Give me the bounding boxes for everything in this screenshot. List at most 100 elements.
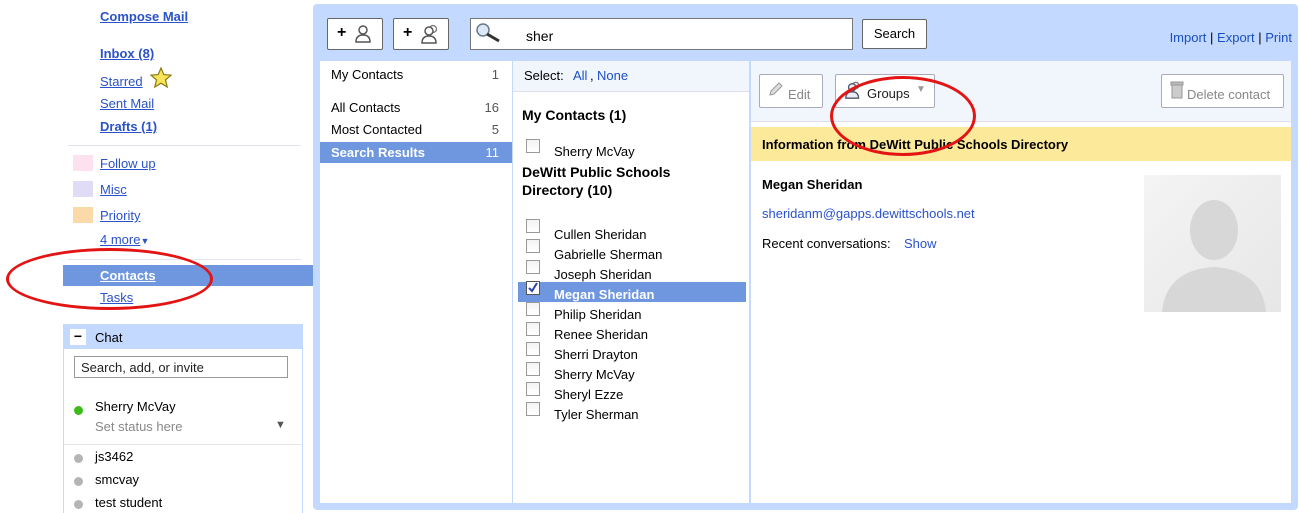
chat-divider	[64, 444, 302, 445]
new-group-button[interactable]: +	[393, 18, 449, 50]
contact-checkbox[interactable]	[526, 260, 540, 274]
label-priority[interactable]: Priority	[100, 208, 140, 223]
search-query-text: sher	[526, 28, 554, 44]
print-link[interactable]: Print	[1265, 30, 1292, 45]
contact-name-selected[interactable]: Megan Sheridan	[554, 287, 654, 302]
chat-panel: − Chat Search, add, or invite Sherry McV…	[63, 324, 303, 513]
group-count: 5	[491, 122, 499, 137]
group-my-contacts[interactable]: My Contacts 1	[320, 64, 512, 85]
star-icon	[150, 67, 172, 88]
avatar-placeholder-icon	[1162, 200, 1266, 312]
chat-title: Chat	[95, 330, 123, 345]
more-labels-link[interactable]: 4 more▼	[100, 232, 149, 247]
label-color-swatch	[73, 181, 93, 197]
chat-buddy[interactable]: js3462	[95, 449, 133, 464]
group-count: 16	[484, 100, 499, 115]
section-heading: Directory (10)	[522, 182, 613, 198]
my-chat-name: Sherry McVay	[95, 399, 176, 414]
contacts-manager: + + sher Search Import | Export | Print …	[313, 4, 1298, 510]
chat-search-input[interactable]: Search, add, or invite	[74, 356, 288, 378]
select-bar: Select: All , None	[513, 61, 749, 92]
contact-search-input[interactable]: sher	[470, 18, 853, 50]
plus-icon: +	[403, 24, 413, 41]
drafts-link[interactable]: Drafts (1)	[100, 119, 157, 134]
annotation-circle	[6, 248, 213, 310]
contact-name[interactable]: Philip Sheridan	[554, 307, 641, 322]
search-button[interactable]: Search	[862, 19, 927, 49]
contact-name[interactable]: Cullen Sheridan	[554, 227, 647, 242]
sent-mail-link[interactable]: Sent Mail	[100, 96, 154, 111]
group-name: All Contacts	[331, 100, 401, 115]
contact-name[interactable]: Sheryl Ezze	[554, 387, 623, 402]
contact-name[interactable]: Sherri Drayton	[554, 347, 638, 362]
magnifier-icon	[476, 23, 500, 43]
group-all-contacts[interactable]: All Contacts 16	[320, 97, 512, 118]
contact-checkbox[interactable]	[526, 382, 540, 396]
contact-checkbox[interactable]	[526, 362, 540, 376]
person-icon	[355, 25, 371, 43]
contact-email-link[interactable]: sheridanm@gapps.dewittschools.net	[762, 206, 975, 221]
nav-divider	[68, 145, 301, 146]
group-name: Most Contacted	[331, 122, 423, 137]
trash-icon	[1170, 81, 1184, 99]
contact-photo	[1144, 175, 1281, 312]
checkmark-icon	[528, 282, 538, 293]
contact-checkbox[interactable]	[526, 239, 540, 253]
contact-name[interactable]: Tyler Sherman	[554, 407, 639, 422]
contact-full-name: Megan Sheridan	[762, 177, 863, 192]
select-all-link[interactable]: All	[573, 68, 587, 83]
section-heading: DeWitt Public Schools	[522, 164, 671, 180]
contact-name[interactable]: Joseph Sheridan	[554, 267, 652, 282]
contact-checkbox[interactable]	[526, 342, 540, 356]
minimize-icon[interactable]: −	[70, 329, 86, 345]
inbox-link[interactable]: Inbox (8)	[100, 46, 154, 61]
compose-mail-link[interactable]: Compose Mail	[100, 9, 188, 24]
delete-contact-label: Delete contact	[1187, 87, 1271, 102]
contact-checkbox[interactable]	[526, 302, 540, 316]
plus-icon: +	[337, 24, 347, 41]
contact-name[interactable]: Sherry McVay	[554, 367, 635, 382]
group-name: Search Results	[331, 145, 425, 160]
new-contact-button[interactable]: +	[327, 18, 383, 50]
contacts-toolbar: + + sher Search Import | Export | Print	[313, 4, 1298, 60]
contact-checkbox[interactable]	[526, 219, 540, 233]
recent-conversations-label: Recent conversations:	[762, 236, 891, 251]
annotation-circle	[830, 76, 976, 156]
select-none-link[interactable]: None	[597, 68, 628, 83]
status-dropdown-icon[interactable]: ▼	[275, 419, 286, 431]
show-conversations-link[interactable]: Show	[904, 236, 937, 251]
import-link[interactable]: Import	[1170, 30, 1207, 45]
dropdown-arrow-icon: ▼	[140, 236, 150, 246]
contact-name[interactable]: Sherry McVay	[554, 144, 635, 159]
export-link[interactable]: Export	[1217, 30, 1255, 45]
contact-name[interactable]: Renee Sheridan	[554, 327, 648, 342]
import-export-links: Import | Export | Print	[1170, 30, 1292, 45]
starred-link[interactable]: Starred	[100, 74, 143, 89]
section-heading: My Contacts (1)	[522, 107, 627, 123]
edit-button[interactable]: Edit	[759, 74, 823, 108]
contact-checkbox[interactable]	[526, 402, 540, 416]
offline-status-icon	[74, 500, 83, 509]
group-count: 11	[485, 145, 500, 160]
group-search-results[interactable]: Search Results 11	[320, 142, 512, 163]
chat-header[interactable]: − Chat	[64, 325, 302, 349]
edit-label: Edit	[788, 87, 811, 102]
delete-contact-button[interactable]: Delete contact	[1161, 74, 1284, 108]
contact-checkbox-checked[interactable]	[526, 281, 540, 295]
group-count: 1	[491, 67, 499, 82]
label-misc[interactable]: Misc	[100, 182, 127, 197]
groups-panel: My Contacts 1 All Contacts 16 Most Conta…	[320, 61, 512, 503]
status-message-field[interactable]: Set status here	[95, 419, 182, 434]
contact-name[interactable]: Gabrielle Sherman	[554, 247, 662, 262]
chat-buddy[interactable]: smcvay	[95, 472, 139, 487]
group-most-contacted[interactable]: Most Contacted 5	[320, 119, 512, 140]
label-color-swatch	[73, 207, 93, 223]
label-follow-up[interactable]: Follow up	[100, 156, 156, 171]
contact-checkbox[interactable]	[526, 322, 540, 336]
contact-checkbox[interactable]	[526, 139, 540, 153]
group-icon	[421, 24, 438, 44]
group-name: My Contacts	[331, 67, 404, 82]
offline-status-icon	[74, 454, 83, 463]
chat-buddy[interactable]: test student	[95, 495, 162, 510]
online-status-icon	[74, 406, 83, 415]
